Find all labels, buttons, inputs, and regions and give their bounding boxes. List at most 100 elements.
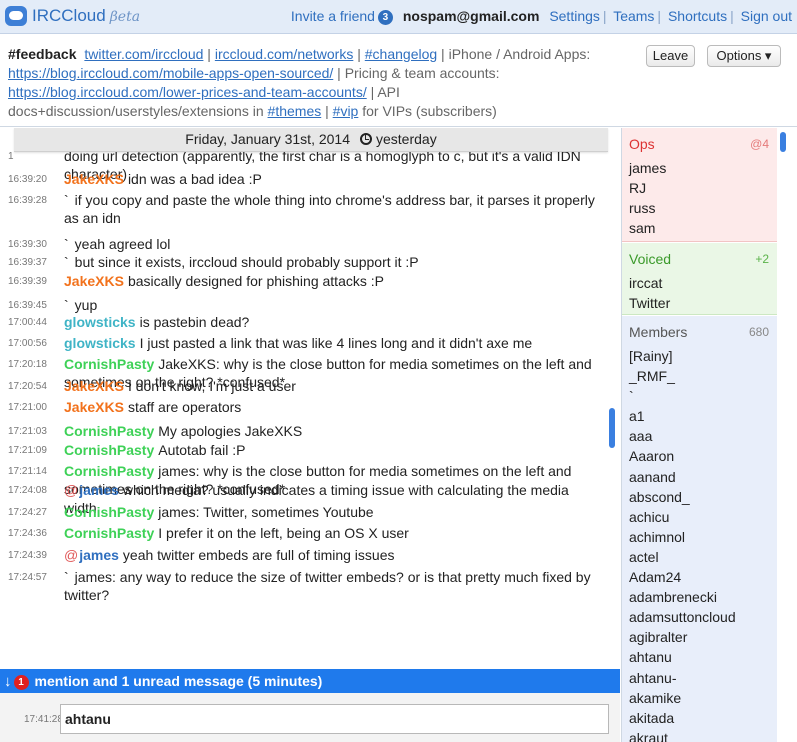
- message-nick[interactable]: JakeXKS: [64, 171, 124, 187]
- member-item[interactable]: achimnol: [629, 527, 777, 547]
- member-item[interactable]: RJ: [629, 178, 777, 198]
- unread-notification-bar[interactable]: ↓ 1 mention and 1 unread message (5 minute…: [0, 669, 620, 693]
- topic-link-themes[interactable]: #themes: [268, 103, 322, 119]
- nick-prefix: @: [64, 547, 79, 563]
- member-item[interactable]: Twitter: [629, 293, 777, 313]
- member-item[interactable]: russ: [629, 198, 777, 218]
- options-button[interactable]: Options ▾: [707, 45, 781, 67]
- message-buffer[interactable]: 1 doing url detection (apparently, the fi…: [0, 128, 620, 668]
- message-nick[interactable]: CornishPasty: [64, 442, 154, 458]
- member-item[interactable]: [Rainy]: [629, 346, 777, 366]
- message-nick[interactable]: JakeXKS: [64, 273, 124, 289]
- message-input[interactable]: [60, 704, 609, 734]
- member-item[interactable]: aanand: [629, 467, 777, 487]
- member-item[interactable]: adamsuttoncloud: [629, 607, 777, 627]
- topic-link-networks[interactable]: irccloud.com/networks: [215, 46, 354, 62]
- message-timestamp: 17:20:54: [8, 381, 47, 392]
- member-item[interactable]: adambrenecki: [629, 587, 777, 607]
- topic-text: |: [353, 46, 365, 62]
- message-nick[interactable]: JakeXKS: [64, 378, 124, 394]
- topic-text: |: [321, 103, 333, 119]
- date-divider: Friday, January 31st, 2014 yesterday: [14, 128, 608, 152]
- member-item[interactable]: abscond_: [629, 487, 777, 507]
- member-item[interactable]: james: [629, 158, 777, 178]
- member-item[interactable]: agibralter: [629, 627, 777, 647]
- nick-prefix: `: [64, 254, 69, 270]
- member-item[interactable]: irccat: [629, 273, 777, 293]
- buffer-scrollbar[interactable]: [609, 408, 615, 448]
- nav-separator: |: [602, 8, 607, 24]
- message-timestamp: 17:24:57: [8, 572, 47, 583]
- message-timestamp: 16:39:37: [8, 257, 47, 268]
- topic-link-pricing[interactable]: https://blog.irccloud.com/lower-prices-a…: [8, 84, 367, 100]
- message-timestamp: 16:39:39: [8, 276, 47, 287]
- message-nick[interactable]: glowsticks: [64, 314, 136, 330]
- member-item[interactable]: sam: [629, 218, 777, 238]
- leave-button[interactable]: Leave: [646, 45, 695, 67]
- member-item[interactable]: Aaaron: [629, 446, 777, 466]
- teams-link[interactable]: Teams: [613, 8, 654, 24]
- member-item[interactable]: akamike: [629, 688, 777, 708]
- message-nick[interactable]: JakeXKS: [64, 399, 124, 415]
- topic-link-vip[interactable]: #vip: [333, 103, 359, 119]
- topic-link-changelog[interactable]: #changelog: [365, 46, 437, 62]
- message-body: CornishPasty james: Twitter, sometimes Yo…: [64, 503, 604, 521]
- member-item[interactable]: Adam24: [629, 567, 777, 587]
- member-item[interactable]: `: [629, 386, 777, 406]
- member-item[interactable]: _RMF_: [629, 366, 777, 386]
- unread-text: mention and 1 unread message (5 minutes): [34, 673, 323, 689]
- app-brand[interactable]: IRCCloud βeta: [32, 6, 140, 26]
- message-nick[interactable]: CornishPasty: [64, 463, 154, 479]
- voiced-group: Voiced +2 irccat Twitter: [622, 243, 777, 315]
- member-item[interactable]: a1: [629, 406, 777, 426]
- message-nick[interactable]: CornishPasty: [64, 423, 154, 439]
- message-nick[interactable]: glowsticks: [64, 335, 136, 351]
- message-nick[interactable]: CornishPasty: [64, 504, 154, 520]
- shortcuts-link[interactable]: Shortcuts: [668, 8, 727, 24]
- member-item[interactable]: actel: [629, 547, 777, 567]
- invite-count-badge: 3: [377, 10, 393, 25]
- member-item[interactable]: akitada: [629, 708, 777, 728]
- message-timestamp: 17:24:08: [8, 485, 47, 496]
- topic-text: | iPhone / Android Apps:: [437, 46, 591, 62]
- ops-group: Ops @4 james RJ russ sam: [622, 128, 777, 242]
- message-text: yup: [74, 297, 98, 313]
- clock-icon: [360, 133, 372, 145]
- message-text: is pastebin dead?: [139, 314, 250, 330]
- message-body: JakeXKS I don't know, I'm just a user: [64, 377, 604, 395]
- signout-link[interactable]: Sign out: [741, 8, 792, 24]
- nick-prefix: @: [64, 482, 79, 498]
- message-nick[interactable]: CornishPasty: [64, 356, 154, 372]
- message-text: yeah agreed lol: [74, 236, 171, 252]
- sidebar-scrollbar[interactable]: [780, 132, 786, 152]
- message-body: ` but since it exists, irccloud should pr…: [64, 253, 604, 271]
- mention-count-badge: 1: [13, 675, 29, 690]
- input-timestamp: 17:41:28: [24, 714, 63, 725]
- topic-text: | Pricing & team accounts:: [333, 65, 500, 81]
- nick-prefix: `: [64, 297, 69, 313]
- member-item[interactable]: aaa: [629, 426, 777, 446]
- member-item[interactable]: achicu: [629, 507, 777, 527]
- invite-friend-link[interactable]: Invite a friend: [291, 8, 375, 24]
- topic-text: |: [203, 46, 215, 62]
- topic-link-mobile-apps[interactable]: https://blog.irccloud.com/mobile-apps-op…: [8, 65, 333, 81]
- message-text: I don't know, I'm just a user: [127, 378, 296, 394]
- channel-name: #feedback: [8, 46, 77, 62]
- topic-link-twitter[interactable]: twitter.com/irccloud: [84, 46, 203, 62]
- message-timestamp: 17:24:39: [8, 550, 47, 561]
- message-text: basically designed for phishing attacks …: [127, 273, 384, 289]
- message-nick[interactable]: james: [79, 547, 119, 563]
- voiced-list: irccat Twitter: [629, 273, 777, 313]
- member-item[interactable]: ahtanu: [629, 647, 777, 667]
- message-nick[interactable]: james: [79, 482, 119, 498]
- message-nick[interactable]: CornishPasty: [64, 525, 154, 541]
- message-timestamp: 17:20:18: [8, 359, 47, 370]
- member-item[interactable]: akraut: [629, 728, 777, 742]
- relative-date-label: yesterday: [376, 131, 437, 147]
- nick-prefix: `: [64, 236, 69, 252]
- member-item[interactable]: ahtanu-: [629, 668, 777, 688]
- settings-link[interactable]: Settings: [549, 8, 600, 24]
- message-timestamp: 17:24:36: [8, 528, 47, 539]
- message-timestamp: 17:00:44: [8, 317, 47, 328]
- message-body: ` yeah agreed lol: [64, 235, 604, 253]
